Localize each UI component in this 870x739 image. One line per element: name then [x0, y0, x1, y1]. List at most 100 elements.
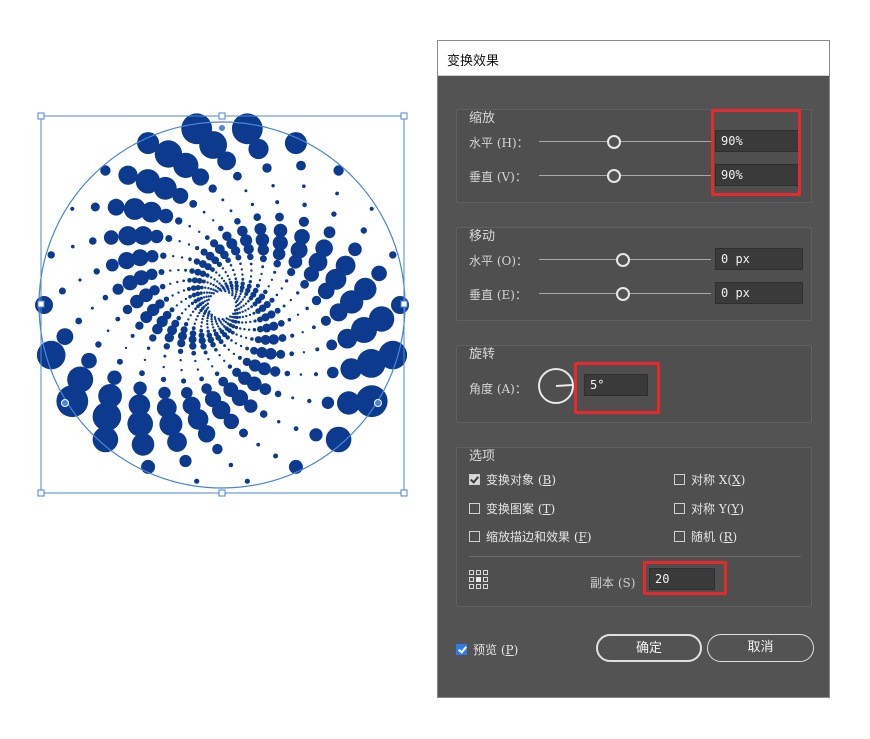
- spiral-dot: [233, 309, 237, 312]
- spiral-dot: [250, 202, 255, 207]
- spiral-dot: [179, 454, 192, 468]
- spiral-dot: [214, 348, 218, 352]
- scale-strokes-end: ): [586, 530, 592, 544]
- spiral-dot: [149, 334, 157, 342]
- move-horizontal-label: 水平 (O)：: [469, 254, 529, 268]
- spiral-dot: [98, 384, 122, 408]
- spiral-dot: [211, 323, 214, 326]
- preview-option[interactable]: 预览 (P): [456, 641, 518, 658]
- spiral-dot: [225, 317, 228, 320]
- spiral-dot: [244, 291, 249, 296]
- spiral-dot: [180, 300, 183, 303]
- random-checkbox[interactable]: [674, 531, 685, 542]
- spiral-dot: [89, 237, 97, 245]
- spiral-dot: [56, 328, 74, 345]
- spiral-dot: [213, 331, 219, 337]
- spiral-dot: [244, 321, 248, 324]
- angle-dial-icon[interactable]: [536, 366, 576, 406]
- spiral-dot: [194, 359, 197, 363]
- spiral-dot: [272, 247, 286, 261]
- spiral-dot: [209, 287, 213, 291]
- spiral-dot: [259, 410, 268, 418]
- spiral-dot: [231, 319, 235, 323]
- spiral-dot: [293, 426, 299, 432]
- spiral-dot: [227, 348, 230, 351]
- spiral-dot: [198, 311, 201, 315]
- spiral-dot: [103, 230, 119, 245]
- move-horizontal-input[interactable]: 0 px: [715, 248, 803, 270]
- spiral-dot: [232, 268, 235, 272]
- option-reflect-x[interactable]: 对称 X(X): [674, 471, 745, 488]
- spiral-dot: [215, 322, 219, 325]
- spiral-dot: [289, 351, 295, 357]
- move-vertical-slider-knob[interactable]: [616, 287, 630, 301]
- spiral-dot: [238, 316, 242, 319]
- spiral-dot: [271, 184, 275, 188]
- spiral-dot: [230, 339, 233, 342]
- scale-strokes-checkbox[interactable]: [469, 531, 480, 542]
- highlight-copies-value: [643, 561, 727, 595]
- transform-objects-checkbox[interactable]: [469, 474, 480, 485]
- move-section-title: 移动: [469, 229, 496, 244]
- spiral-dot: [239, 327, 242, 330]
- scale-vertical-slider-knob[interactable]: [607, 169, 621, 183]
- spiral-dot: [177, 268, 180, 272]
- spiral-dot: [233, 297, 236, 300]
- spiral-dot: [300, 279, 309, 289]
- spiral-dot: [188, 257, 192, 262]
- spiral-dot: [371, 265, 387, 282]
- spiral-dot: [253, 213, 261, 221]
- scale-vertical-slider[interactable]: [539, 175, 711, 176]
- spiral-dot: [287, 317, 292, 322]
- spiral-dot: [270, 278, 274, 281]
- spiral-dot: [128, 394, 151, 416]
- spiral-dot: [243, 328, 246, 331]
- spiral-dot: [188, 294, 192, 299]
- preview-checkbox[interactable]: [456, 644, 467, 655]
- scale-strokes-label: 缩放描边和效果 (: [486, 530, 579, 544]
- spiral-dot: [244, 309, 247, 312]
- spiral-dot: [239, 292, 242, 296]
- spiral-dot: [326, 339, 338, 351]
- option-scale-strokes[interactable]: 缩放描边和效果 (F): [469, 528, 592, 545]
- spiral-dot: [244, 302, 248, 305]
- ok-button[interactable]: 确定: [596, 634, 702, 662]
- spiral-dot: [235, 290, 238, 294]
- preview-key: P: [505, 643, 514, 657]
- move-horizontal-slider-knob[interactable]: [616, 253, 630, 267]
- spiral-dot: [234, 218, 241, 225]
- spiral-dot: [233, 315, 236, 319]
- spiral-dot: [244, 336, 248, 339]
- spiral-dot: [206, 319, 209, 323]
- spiral-dot: [194, 478, 200, 484]
- spiral-dot: [212, 329, 217, 333]
- option-random[interactable]: 随机 (R): [674, 528, 737, 545]
- handle-bottom-left: [37, 489, 45, 497]
- spiral-dot: [135, 321, 144, 330]
- spiral-dot: [250, 269, 253, 272]
- reference-point-locator-icon[interactable]: [468, 569, 490, 591]
- spiral-dot: [252, 301, 258, 307]
- spiral-dot: [239, 428, 248, 438]
- spiral-artwork[interactable]: [0, 0, 430, 739]
- option-transform-patterns[interactable]: 变换图案 (T): [469, 500, 555, 517]
- reflect-x-end: ): [740, 473, 746, 487]
- spiral-dot: [234, 305, 238, 308]
- scale-horizontal-slider[interactable]: [539, 141, 711, 142]
- reflect-x-checkbox[interactable]: [674, 474, 685, 485]
- option-transform-objects[interactable]: 变换对象 (B): [469, 471, 556, 488]
- spiral-dot: [282, 304, 286, 308]
- reflect-y-checkbox[interactable]: [674, 503, 685, 514]
- option-reflect-y[interactable]: 对称 Y(Y): [674, 500, 744, 517]
- spiral-dot: [200, 325, 203, 328]
- transform-patterns-checkbox[interactable]: [469, 503, 480, 514]
- spiral-dot: [212, 292, 215, 295]
- spiral-dot: [355, 385, 388, 418]
- spiral-dot: [187, 304, 191, 308]
- cancel-button[interactable]: 取消: [707, 634, 814, 662]
- move-vertical-input[interactable]: 0 px: [715, 282, 803, 304]
- spiral-dot: [250, 305, 254, 308]
- scale-horizontal-slider-knob[interactable]: [607, 135, 621, 149]
- spiral-dot: [199, 296, 203, 300]
- spiral-dot: [146, 346, 151, 350]
